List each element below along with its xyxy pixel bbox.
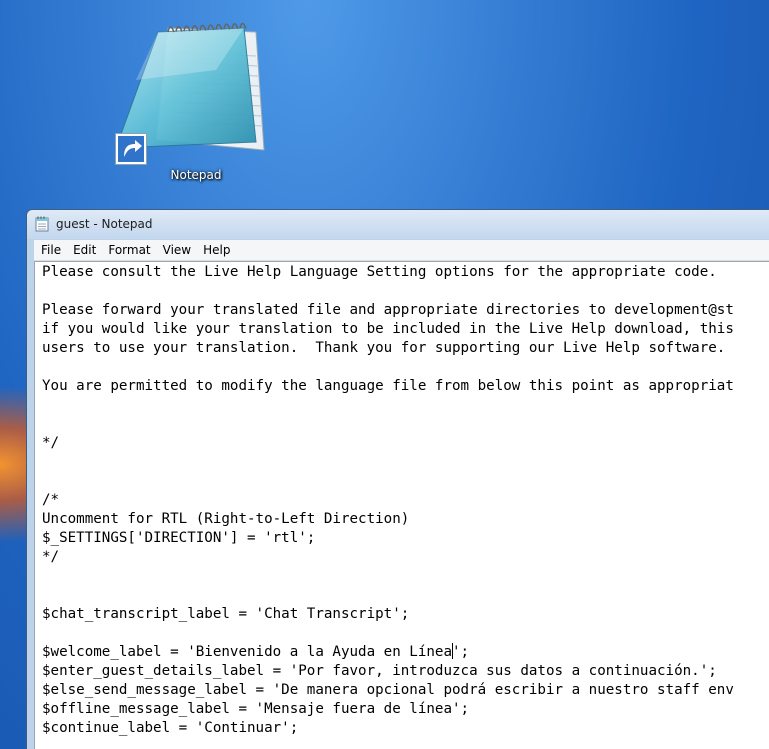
text-line[interactable]: */ [42, 549, 59, 565]
menu-bar: File Edit Format View Help [34, 240, 769, 261]
text-line[interactable]: $enter_guest_details_label = 'Por favor,… [42, 663, 717, 679]
menu-view[interactable]: View [157, 240, 197, 260]
document-text[interactable]: Please consult the Live Help Language Se… [42, 263, 734, 738]
text-line[interactable]: Please consult the Live Help Language Se… [42, 264, 717, 280]
text-line[interactable]: $continue_label = 'Continuar'; [42, 720, 298, 736]
text-line[interactable]: Uncomment for RTL (Right-to-Left Directi… [42, 511, 409, 527]
desktop: Notepad guest - Notepad File Edit Format… [0, 0, 769, 749]
shortcut-arrow-icon [115, 133, 147, 165]
text-line[interactable]: $chat_transcript_label = 'Chat Transcrip… [42, 606, 409, 622]
notepad-shortcut-label[interactable]: Notepad [150, 168, 242, 182]
text-line[interactable]: $else_send_message_label = 'De manera op… [42, 682, 734, 698]
text-line[interactable]: if you would like your translation to be… [42, 321, 734, 337]
text-line[interactable]: /* [42, 492, 59, 508]
text-line[interactable]: $_SETTINGS['DIRECTION'] = 'rtl'; [42, 530, 315, 546]
notepad-small-icon [35, 216, 49, 232]
menu-format[interactable]: Format [102, 240, 156, 260]
notepad-window: guest - Notepad File Edit Format View He… [26, 209, 769, 749]
text-line[interactable]: You are permitted to modify the language… [42, 378, 734, 394]
menu-file[interactable]: File [34, 240, 67, 260]
menu-edit[interactable]: Edit [67, 240, 102, 260]
text-line[interactable]: $welcome_label = 'Bienvenido a la Ayuda … [42, 643, 469, 660]
text-line[interactable]: Please forward your translated file and … [42, 302, 734, 318]
text-editor-area[interactable]: Please consult the Live Help Language Se… [34, 261, 769, 749]
text-line[interactable]: */ [42, 435, 59, 451]
menu-help[interactable]: Help [197, 240, 236, 260]
text-line[interactable]: users to use your translation. Thank you… [42, 340, 725, 356]
text-line[interactable]: $offline_message_label = 'Mensaje fuera … [42, 701, 469, 717]
title-bar[interactable]: guest - Notepad [27, 210, 769, 239]
text-caret [451, 643, 453, 659]
notepad-shortcut[interactable] [106, 10, 286, 190]
window-title: guest - Notepad [56, 217, 153, 231]
